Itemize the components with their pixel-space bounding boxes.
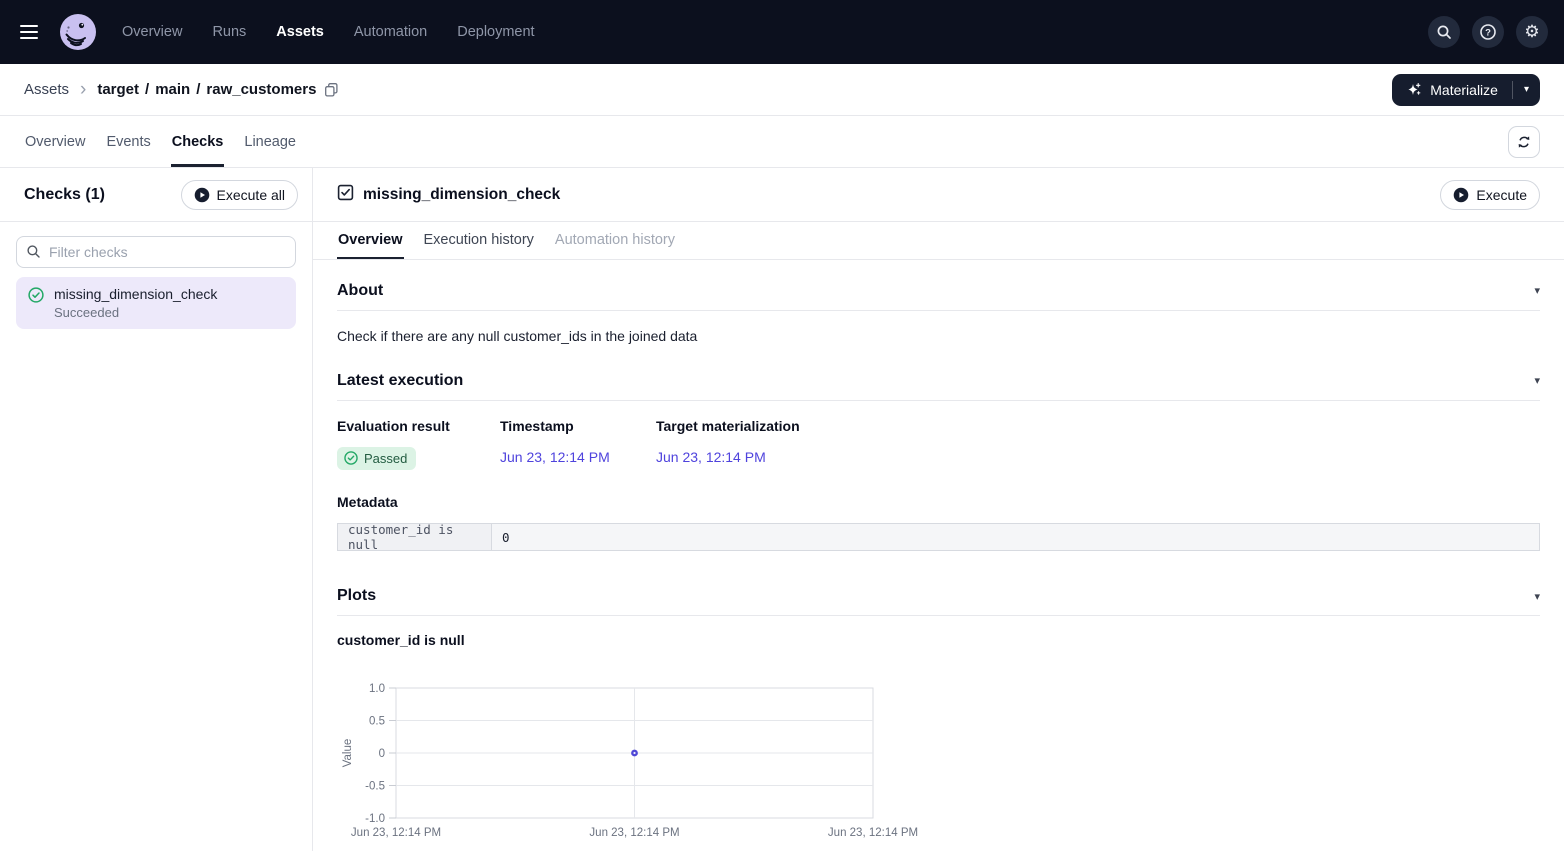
metadata-key: customer_id is null xyxy=(338,524,492,550)
asset-tabs: Overview Events Checks Lineage xyxy=(24,116,297,167)
passed-status-badge: Passed xyxy=(337,447,416,470)
execute-button[interactable]: Execute xyxy=(1440,180,1540,210)
nav-automation[interactable]: Automation xyxy=(354,24,427,40)
ytick-label: 1.0 xyxy=(369,683,385,695)
dagster-logo[interactable] xyxy=(60,14,96,50)
menu-icon[interactable] xyxy=(20,20,44,44)
about-description: Check if there are any null customer_ids… xyxy=(337,328,1540,344)
play-circle-icon xyxy=(194,187,210,203)
asset-tabs-row: Overview Events Checks Lineage xyxy=(0,116,1564,168)
ytick-label: -0.5 xyxy=(365,781,385,793)
refresh-icon[interactable] xyxy=(1508,126,1540,158)
execute-all-button[interactable]: Execute all xyxy=(181,180,298,210)
divider xyxy=(337,310,1540,311)
metadata-table: customer_id is null 0 xyxy=(337,523,1540,551)
materialize-button[interactable]: Materialize xyxy=(1392,74,1512,106)
check-detail-panel: missing_dimension_check Execute Overview… xyxy=(313,168,1564,851)
collapse-caret-icon[interactable]: ▾ xyxy=(1534,590,1540,603)
about-heading: About xyxy=(337,282,383,300)
check-status: Succeeded xyxy=(54,305,217,320)
breadcrumb-part[interactable]: raw_customers xyxy=(206,81,316,98)
tab-events[interactable]: Events xyxy=(105,116,151,167)
nav-runs[interactable]: Runs xyxy=(212,24,246,40)
latest-execution-table: Evaluation result Timestamp Target mater… xyxy=(337,418,1540,471)
tab-execution-history[interactable]: Execution history xyxy=(423,222,535,259)
ytick-label: -1.0 xyxy=(365,813,385,825)
column-target-materialization: Target materialization xyxy=(656,418,1540,434)
plots-heading: Plots xyxy=(337,587,376,605)
filter-checks-input[interactable] xyxy=(16,236,296,268)
metadata-heading: Metadata xyxy=(337,494,1540,510)
divider xyxy=(337,615,1540,616)
tab-automation-history[interactable]: Automation history xyxy=(554,222,676,259)
help-icon[interactable]: ? xyxy=(1472,16,1504,48)
breadcrumb-asset-key: target / main / raw_customers xyxy=(97,81,316,98)
materialize-split-button: Materialize ▾ xyxy=(1392,74,1540,106)
metadata-value: 0 xyxy=(492,524,1539,550)
sparkle-icon xyxy=(1406,82,1422,98)
data-point[interactable] xyxy=(631,750,638,757)
check-detail-title: missing_dimension_check xyxy=(363,186,560,204)
nav-deployment[interactable]: Deployment xyxy=(457,24,534,40)
primary-nav: Overview Runs Assets Automation Deployme… xyxy=(122,24,535,40)
play-circle-icon xyxy=(1453,187,1469,203)
nav-assets[interactable]: Assets xyxy=(276,24,324,40)
materialize-dropdown-caret-icon[interactable]: ▾ xyxy=(1513,74,1540,106)
timestamp-link[interactable]: Jun 23, 12:14 PM xyxy=(500,449,610,465)
check-circle-icon xyxy=(344,451,358,465)
search-icon xyxy=(26,244,41,264)
asset-check-icon xyxy=(337,184,354,206)
value-plot-chart: 1.0 0.5 0 -0.5 -1.0 Value Jun 23, 12:14 … xyxy=(337,675,1540,851)
breadcrumb-part[interactable]: main xyxy=(155,81,190,98)
ytick-label: 0.5 xyxy=(369,716,385,728)
collapse-caret-icon[interactable]: ▾ xyxy=(1534,374,1540,387)
check-name: missing_dimension_check xyxy=(54,286,217,302)
settings-gear-icon[interactable]: ⚙ xyxy=(1516,16,1548,48)
xtick-label: Jun 23, 12:14 PM xyxy=(828,827,918,839)
tab-checks[interactable]: Checks xyxy=(171,116,225,167)
nav-icon-group: ? ⚙ xyxy=(1428,16,1548,48)
breadcrumb-row: Assets › target / main / raw_customers M… xyxy=(0,64,1564,116)
collapse-caret-icon[interactable]: ▾ xyxy=(1534,284,1540,297)
checks-count-title: Checks (1) xyxy=(24,186,105,204)
tab-overview[interactable]: Overview xyxy=(24,116,86,167)
copy-icon[interactable] xyxy=(324,82,339,97)
y-axis-label: Value xyxy=(342,739,354,768)
checks-sidebar: Checks (1) Execute all missing_dimension… xyxy=(0,168,313,851)
xtick-label: Jun 23, 12:14 PM xyxy=(589,827,679,839)
latest-execution-heading: Latest execution xyxy=(337,372,463,390)
target-materialization-link[interactable]: Jun 23, 12:14 PM xyxy=(656,449,766,465)
svg-text:?: ? xyxy=(1485,27,1491,38)
chevron-right-icon: › xyxy=(80,80,86,99)
breadcrumb-assets-link[interactable]: Assets xyxy=(24,81,69,98)
xtick-label: Jun 23, 12:14 PM xyxy=(351,827,441,839)
check-detail-tabs: Overview Execution history Automation hi… xyxy=(313,222,1564,260)
tab-check-overview[interactable]: Overview xyxy=(337,222,404,259)
tab-lineage[interactable]: Lineage xyxy=(243,116,297,167)
breadcrumb-separator: / xyxy=(145,81,149,98)
divider xyxy=(337,400,1540,401)
top-nav: Overview Runs Assets Automation Deployme… xyxy=(0,0,1564,64)
nav-overview[interactable]: Overview xyxy=(122,24,182,40)
check-circle-icon xyxy=(28,287,44,308)
search-icon[interactable] xyxy=(1428,16,1460,48)
column-evaluation-result: Evaluation result xyxy=(337,418,500,434)
ytick-label: 0 xyxy=(379,748,385,760)
plot-title: customer_id is null xyxy=(337,632,1540,648)
breadcrumb-separator: / xyxy=(196,81,200,98)
check-list-item[interactable]: missing_dimension_check Succeeded xyxy=(16,277,296,329)
column-timestamp: Timestamp xyxy=(500,418,656,434)
breadcrumb-part[interactable]: target xyxy=(97,81,139,98)
